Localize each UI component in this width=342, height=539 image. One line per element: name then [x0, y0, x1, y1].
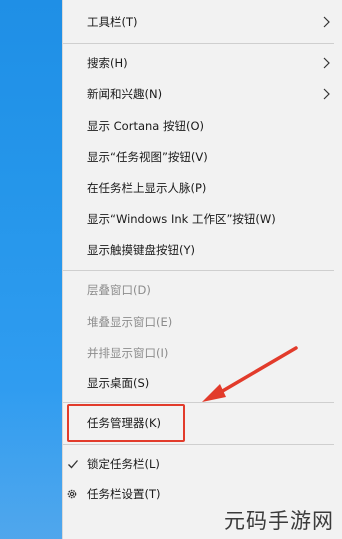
menu-item-show-cortana[interactable]: 显示 Cortana 按钮(O)	[87, 114, 342, 138]
menu-item-show-people[interactable]: 在任务栏上显示人脉(P)	[87, 176, 342, 200]
menu-item-news-interests[interactable]: 新闻和兴趣(N)	[87, 82, 342, 106]
menu-item-label: 任务栏设置(T)	[87, 487, 161, 501]
taskbar-context-menu: 工具栏(T) 搜索(H) 新闻和兴趣(N) 显示 Cortana 按钮(O) 显…	[62, 0, 342, 539]
menu-separator	[63, 43, 334, 44]
task-manager-highlight-box	[67, 404, 185, 442]
menu-item-show-touch-keyboard[interactable]: 显示触摸键盘按钮(Y)	[87, 238, 342, 262]
desktop-background	[0, 0, 62, 539]
menu-item-show-windows-ink[interactable]: 显示“Windows Ink 工作区”按钮(W)	[87, 207, 342, 231]
menu-item-label: 堆叠显示窗口(E)	[87, 315, 173, 329]
menu-item-lock-taskbar[interactable]: 锁定任务栏(L)	[68, 452, 342, 476]
menu-item-show-task-view[interactable]: 显示“任务视图”按钮(V)	[87, 145, 342, 169]
menu-item-cascade-windows[interactable]: 层叠窗口(D)	[87, 278, 342, 302]
menu-item-label: 在任务栏上显示人脉(P)	[87, 181, 207, 195]
desktop-shade	[0, 389, 62, 539]
menu-item-toolbars[interactable]: 工具栏(T)	[87, 10, 342, 34]
menu-item-search[interactable]: 搜索(H)	[87, 51, 342, 75]
chevron-right-icon	[323, 16, 330, 28]
menu-item-label: 工具栏(T)	[87, 15, 138, 29]
watermark: 元码手游网	[224, 509, 334, 533]
menu-item-taskbar-settings[interactable]: 任务栏设置(T)	[67, 482, 342, 506]
menu-item-label: 显示“任务视图”按钮(V)	[87, 150, 208, 164]
menu-item-stack-windows[interactable]: 堆叠显示窗口(E)	[87, 310, 342, 334]
menu-item-label: 锁定任务栏(L)	[87, 457, 160, 471]
chevron-right-icon	[323, 57, 330, 69]
menu-item-label: 显示触摸键盘按钮(Y)	[87, 243, 195, 257]
menu-separator	[63, 270, 334, 271]
menu-item-label: 搜索(H)	[87, 56, 128, 70]
menu-item-label: 并排显示窗口(I)	[87, 346, 169, 360]
menu-separator	[63, 444, 334, 445]
check-icon	[68, 460, 78, 469]
chevron-right-icon	[323, 88, 330, 100]
menu-item-label: 显示“Windows Ink 工作区”按钮(W)	[87, 212, 276, 226]
gear-icon	[67, 489, 77, 499]
menu-item-label: 显示桌面(S)	[87, 376, 150, 390]
menu-item-label: 层叠窗口(D)	[87, 283, 151, 297]
menu-item-label: 显示 Cortana 按钮(O)	[87, 119, 205, 133]
red-arrow-annotation	[202, 346, 298, 402]
menu-item-label: 新闻和兴趣(N)	[87, 87, 163, 101]
